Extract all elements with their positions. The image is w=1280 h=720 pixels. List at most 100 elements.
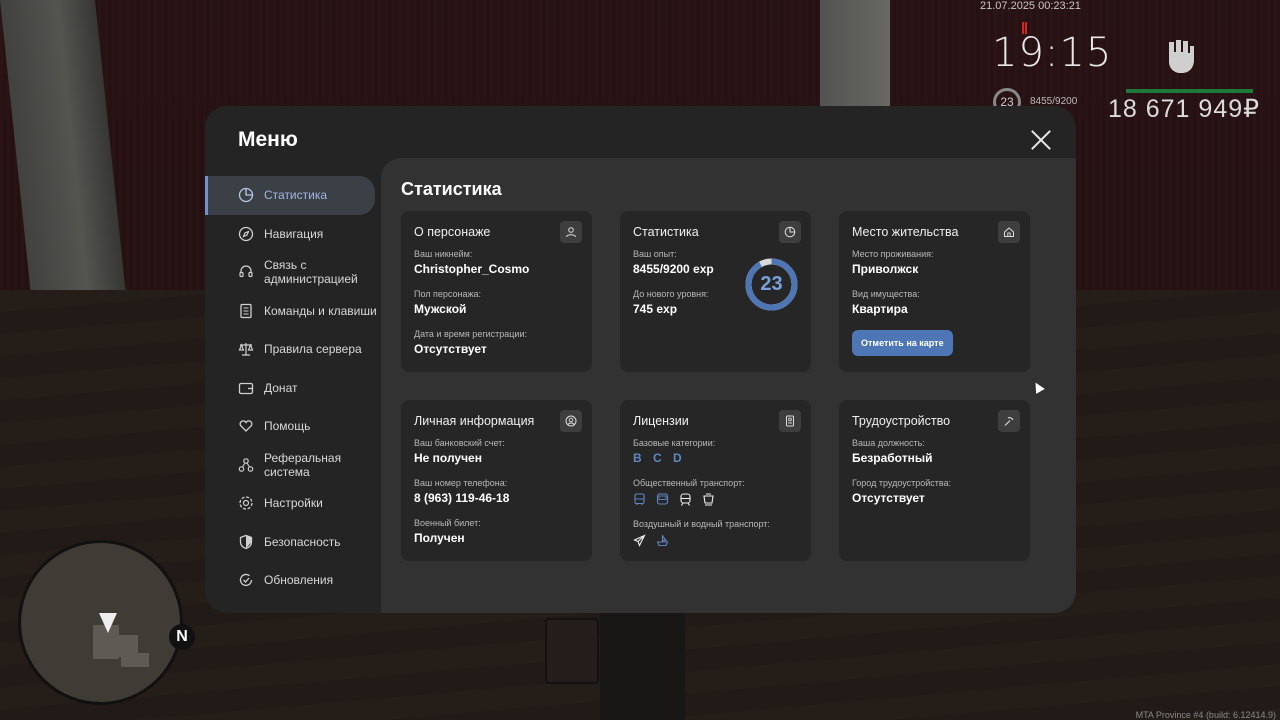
pie-chart-icon — [238, 187, 254, 203]
headset-icon — [238, 264, 254, 280]
job-position-value: Безработный — [852, 451, 933, 465]
sidebar-item-label: Команды и клавиши — [264, 303, 377, 318]
air-water-transport-icons — [633, 534, 798, 547]
sidebar-item-donate[interactable]: Донат — [205, 369, 381, 408]
sidebar-item-label: Навигация — [264, 226, 324, 241]
hud-clock: 19:15 — [992, 30, 1113, 76]
player-arrow-icon — [99, 613, 117, 633]
minimap — [18, 540, 183, 705]
public-transport-icons — [633, 493, 798, 506]
card-residence: Место жительства Место проживания: Приво… — [839, 211, 1030, 372]
sidebar-item-label: Помощь — [264, 419, 311, 434]
sidebar-item-settings[interactable]: Настройки — [205, 484, 381, 523]
nickname-label: Ваш никнейм: — [414, 249, 473, 259]
bank-account-value: Не получен — [414, 451, 482, 465]
wallet-icon — [238, 380, 254, 396]
gender-value: Мужской — [414, 302, 467, 316]
property-type-label: Вид имущества: — [852, 289, 920, 299]
registration-value: Отсутствует — [414, 342, 487, 356]
base-categories-value: B C D — [633, 451, 686, 465]
residence-place-value: Приволжск — [852, 262, 919, 276]
compass-north: N — [169, 624, 195, 650]
page-title: Статистика — [401, 179, 502, 199]
hud-money: 18 671 949₽ — [1108, 95, 1261, 123]
bus-icon — [633, 493, 646, 506]
heart-hand-icon — [238, 418, 254, 434]
pickaxe-icon[interactable] — [998, 410, 1020, 432]
sidebar-item-label: Реферальная система — [264, 450, 342, 479]
minimap-building — [121, 653, 149, 667]
network-icon — [238, 457, 254, 473]
sidebar-item-statistics[interactable]: Статистика — [205, 176, 375, 215]
document-icon — [238, 303, 254, 319]
card-character: О персонаже Ваш никнейм: Christopher_Cos… — [401, 211, 592, 372]
shield-icon — [238, 534, 254, 550]
military-id-label: Военный билет: — [414, 518, 481, 528]
sidebar: Статистика Навигация Связь с администрац… — [205, 176, 381, 600]
user-circle-icon[interactable] — [560, 410, 582, 432]
registration-label: Дата и время регистрации: — [414, 329, 527, 339]
sidebar-item-updates[interactable]: Обновления — [205, 561, 381, 600]
sidebar-item-rules[interactable]: Правила сервера — [205, 330, 381, 369]
phone-label: Ваш номер телефона: — [414, 478, 508, 488]
tram-icon — [702, 493, 715, 506]
plane-icon — [633, 534, 646, 547]
card-personal-info: Личная информация Ваш банковский счет: Н… — [401, 400, 592, 561]
card-title: Место жительства — [852, 225, 959, 239]
job-city-label: Город трудоустройства: — [852, 478, 952, 488]
card-title: Личная информация — [414, 414, 535, 428]
sidebar-item-security[interactable]: Безопасность — [205, 523, 381, 562]
scales-icon — [238, 341, 254, 357]
card-title: Лицензии — [633, 414, 689, 428]
public-transport-label: Общественный транспорт: — [633, 478, 745, 488]
residence-place-label: Место проживания: — [852, 249, 934, 259]
card-title: О персонаже — [414, 225, 491, 239]
hud-datetime: 21.07.2025 00:23:21 — [980, 0, 1081, 12]
sidebar-item-label: Статистика — [264, 188, 328, 203]
sidebar-item-label: Настройки — [264, 496, 323, 511]
job-position-label: Ваша должность: — [852, 438, 925, 448]
sidebar-item-help[interactable]: Помощь — [205, 407, 381, 446]
phone-value: 8 (963) 119-46-18 — [414, 491, 510, 505]
home-icon[interactable] — [998, 221, 1020, 243]
user-icon[interactable] — [560, 221, 582, 243]
card-statistics: Статистика Ваш опыт: 8455/9200 exp До но… — [620, 211, 811, 372]
property-type-value: Квартира — [852, 302, 908, 316]
military-id-value: Получен — [414, 531, 465, 545]
menu-title: Меню — [238, 128, 298, 151]
boat-icon — [656, 534, 669, 547]
sidebar-item-label: Связь с администрацией — [264, 258, 358, 287]
sidebar-item-admin-contact[interactable]: Связь с администрацией — [205, 253, 381, 292]
card-employment: Трудоустройство Ваша должность: Безработ… — [839, 400, 1030, 561]
nickname-value: Christopher_Cosmo — [414, 262, 530, 276]
sidebar-item-label: Безопасность — [264, 534, 341, 549]
air-water-transport-label: Воздушный и водный транспорт: — [633, 519, 770, 529]
fist-icon — [1169, 40, 1194, 73]
refresh-check-icon — [238, 572, 254, 588]
train-icon — [679, 493, 692, 506]
sidebar-item-label: Донат — [264, 380, 298, 395]
sidebar-item-commands[interactable]: Команды и клавиши — [205, 292, 381, 331]
card-title: Статистика — [633, 225, 699, 239]
build-info: MTA Province #4 (build: 6.12414.9) — [1135, 710, 1276, 720]
license-card-icon[interactable] — [779, 410, 801, 432]
job-city-value: Отсутствует — [852, 491, 925, 505]
close-icon[interactable] — [1029, 128, 1053, 152]
base-categories-label: Базовые категории: — [633, 438, 716, 448]
bus-front-icon — [656, 493, 669, 506]
bank-account-label: Ваш банковский счет: — [414, 438, 505, 448]
sidebar-item-label: Правила сервера — [264, 342, 362, 357]
mark-on-map-button[interactable]: Отметить на карте — [852, 330, 953, 356]
sidebar-item-navigation[interactable]: Навигация — [205, 215, 381, 254]
pie-chart-icon[interactable] — [779, 221, 801, 243]
card-title: Трудоустройство — [852, 414, 951, 428]
level-number: 23 — [760, 273, 783, 295]
menu-window: Меню Статистика Навигация Связь с админи… — [205, 106, 1076, 613]
compass-icon — [238, 226, 254, 242]
sidebar-item-label: Обновления — [264, 573, 334, 588]
sidebar-item-referral[interactable]: Реферальная система — [205, 446, 381, 485]
gender-label: Пол персонажа: — [414, 289, 482, 299]
hud-health-bar — [1126, 89, 1253, 93]
gear-icon — [238, 495, 254, 511]
content-panel: Статистика О персонаже Ваш никнейм: Chri… — [381, 158, 1076, 613]
